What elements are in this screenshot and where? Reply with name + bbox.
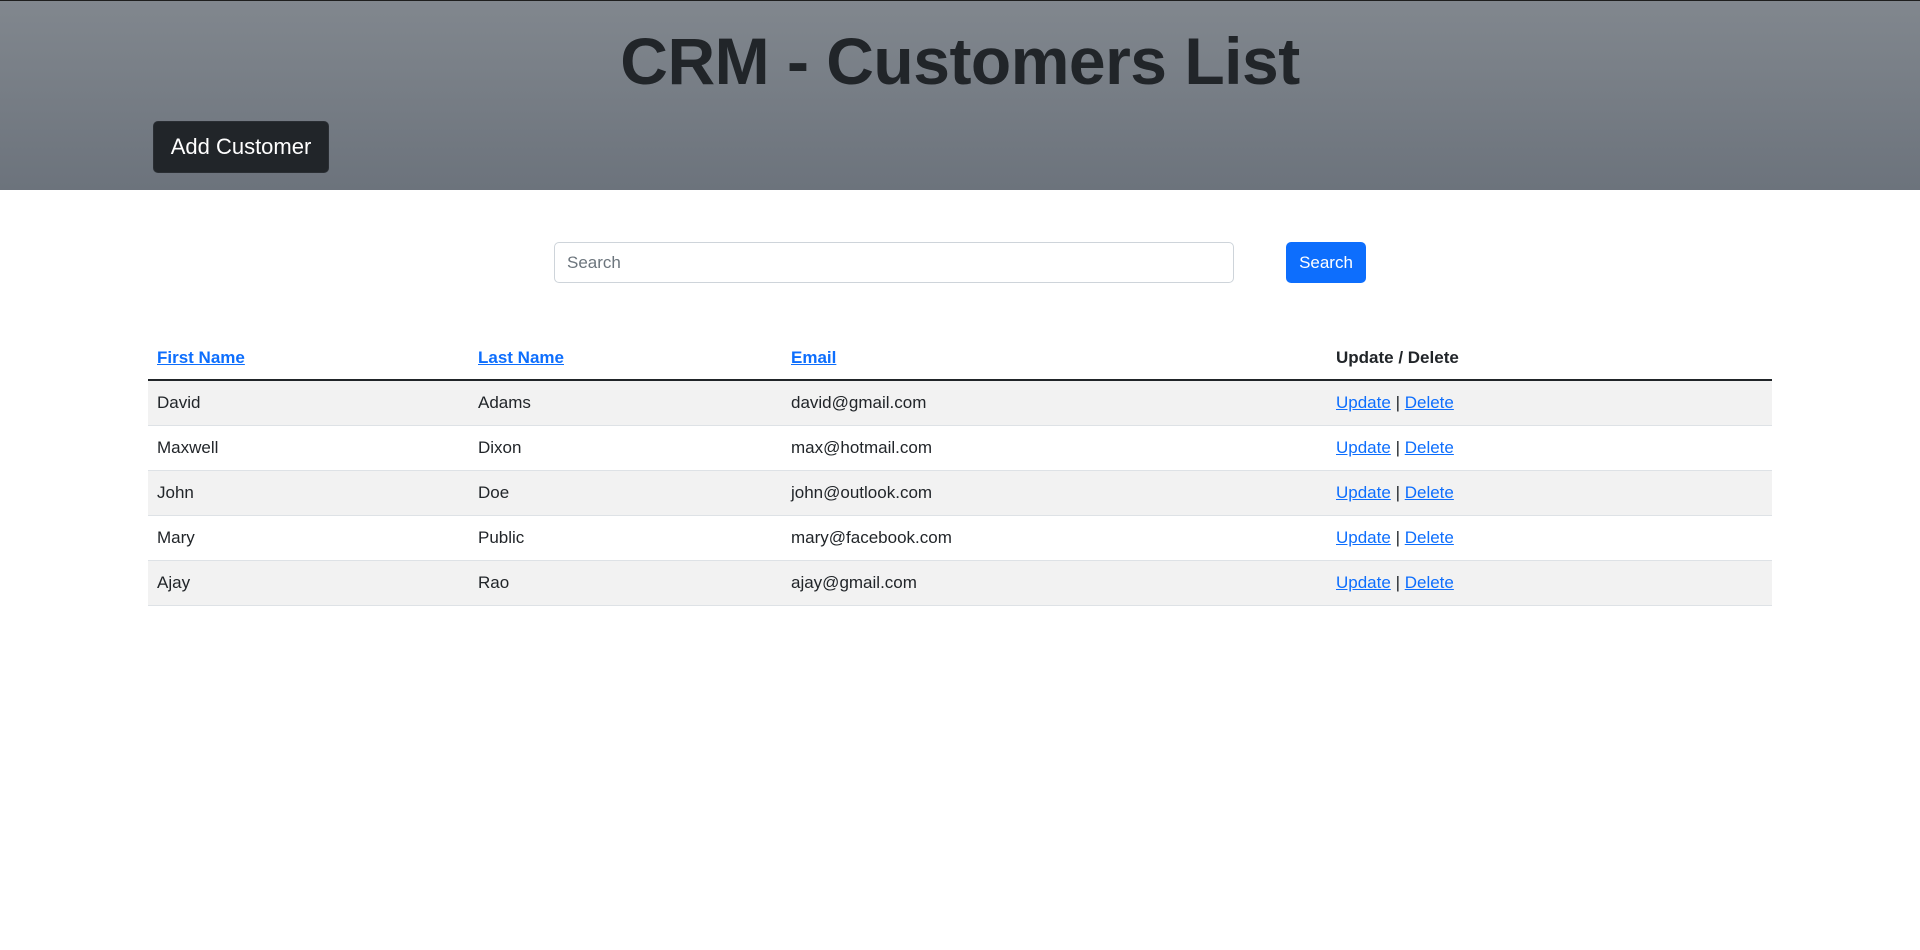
sort-first-name-link[interactable]: First Name — [157, 348, 245, 367]
cell-email: max@hotmail.com — [782, 425, 1327, 471]
page-header: CRM - Customers List Add Customer — [0, 0, 1920, 190]
cell-last-name: Dixon — [469, 425, 782, 471]
cell-actions: Update | Delete — [1327, 380, 1772, 426]
table-row: David Adams david@gmail.com Update | Delete — [148, 380, 1772, 426]
action-separator: | — [1395, 527, 1400, 547]
delete-link[interactable]: Delete — [1405, 393, 1454, 412]
column-header-actions: Update / Delete — [1327, 336, 1772, 381]
table-header-row: First Name Last Name Email Update / Dele… — [148, 336, 1772, 381]
update-link[interactable]: Update — [1336, 438, 1391, 457]
sort-last-name-link[interactable]: Last Name — [478, 348, 564, 367]
search-input[interactable] — [554, 242, 1234, 283]
action-separator: | — [1395, 392, 1400, 412]
table-row: John Doe john@outlook.com Update | Delete — [148, 470, 1772, 516]
update-link[interactable]: Update — [1336, 528, 1391, 547]
cell-email: david@gmail.com — [782, 380, 1327, 426]
page-title: CRM - Customers List — [620, 24, 1300, 98]
cell-last-name: Adams — [469, 380, 782, 426]
delete-link[interactable]: Delete — [1405, 573, 1454, 592]
column-header-email: Email — [782, 336, 1327, 381]
delete-link[interactable]: Delete — [1405, 483, 1454, 502]
table-row: Maxwell Dixon max@hotmail.com Update | Dele… — [148, 425, 1772, 471]
update-link[interactable]: Update — [1336, 393, 1391, 412]
cell-actions: Update | Delete — [1327, 560, 1772, 606]
cell-first-name: John — [148, 470, 469, 516]
add-customer-button[interactable]: Add Customer — [153, 121, 329, 173]
customers-table: First Name Last Name Email Update / Dele… — [148, 336, 1772, 606]
delete-link[interactable]: Delete — [1405, 528, 1454, 547]
cell-last-name: Public — [469, 515, 782, 561]
delete-link[interactable]: Delete — [1405, 438, 1454, 457]
cell-actions: Update | Delete — [1327, 425, 1772, 471]
search-form: Search — [0, 242, 1920, 284]
column-header-last-name: Last Name — [469, 336, 782, 381]
update-link[interactable]: Update — [1336, 573, 1391, 592]
cell-actions: Update | Delete — [1327, 515, 1772, 561]
cell-first-name: Mary — [148, 515, 469, 561]
sort-email-link[interactable]: Email — [791, 348, 836, 367]
table-row: Mary Public mary@facebook.com Update | Dele… — [148, 515, 1772, 561]
cell-first-name: David — [148, 380, 469, 426]
action-separator: | — [1395, 572, 1400, 592]
cell-actions: Update | Delete — [1327, 470, 1772, 516]
cell-last-name: Rao — [469, 560, 782, 606]
update-link[interactable]: Update — [1336, 483, 1391, 502]
search-button[interactable]: Search — [1286, 242, 1366, 283]
cell-first-name: Maxwell — [148, 425, 469, 471]
cell-email: mary@facebook.com — [782, 515, 1327, 561]
column-header-first-name: First Name — [148, 336, 469, 381]
cell-email: ajay@gmail.com — [782, 560, 1327, 606]
cell-email: john@outlook.com — [782, 470, 1327, 516]
action-separator: | — [1395, 437, 1400, 457]
cell-last-name: Doe — [469, 470, 782, 516]
table-row: Ajay Rao ajay@gmail.com Update | Delete — [148, 560, 1772, 606]
cell-first-name: Ajay — [148, 560, 469, 606]
action-separator: | — [1395, 482, 1400, 502]
